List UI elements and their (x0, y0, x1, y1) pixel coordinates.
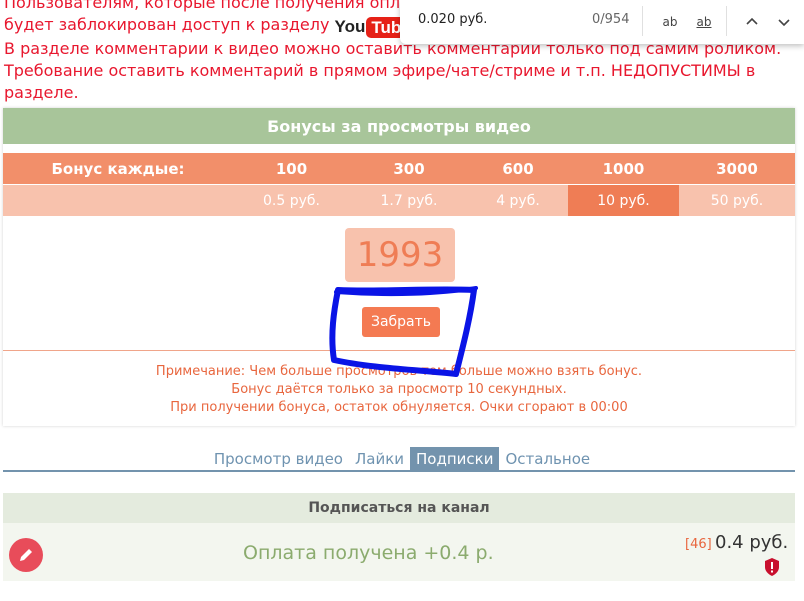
notice-line-4: Требование оставить комментарий в прямом… (4, 61, 756, 80)
bonus-note: Примечание: Чем больше просмотров тем бо… (155, 364, 643, 379)
find-separator (726, 6, 727, 36)
bonus-panel: Бонусы за просмотры видео Бонус каждые: … (3, 108, 795, 426)
bonus-threshold: 300 (393, 159, 425, 178)
previous-match-button[interactable] (740, 10, 764, 34)
bonus-reward-row: 0.5 руб. 1.7 руб. 4 руб. 10 руб. 50 руб. (3, 185, 795, 216)
claim-bonus-button[interactable]: Забрать (362, 307, 440, 337)
bonus-threshold: 600 (502, 159, 534, 178)
tab-video-views[interactable]: Просмотр видео (208, 447, 349, 471)
tabs-underline (3, 470, 795, 472)
match-case-button[interactable]: ab (658, 10, 682, 34)
bonus-threshold: 100 (275, 159, 308, 178)
bonus-row-label: Бонус каждые: (51, 159, 185, 178)
bonus-reward: 1.7 руб. (380, 192, 438, 209)
tab-likes[interactable]: Лайки (349, 447, 410, 471)
subscribe-panel: Подписаться на канал Оплата получена +0.… (3, 493, 795, 581)
bonus-reward: 50 руб. (710, 192, 764, 209)
bonus-reward: 4 руб. (496, 192, 540, 209)
edit-button[interactable] (9, 538, 43, 572)
tab-subscriptions[interactable]: Подписки (410, 447, 500, 471)
task-count: [46] (685, 537, 712, 552)
bonus-threshold: 3000 (716, 159, 758, 178)
pencil-icon (20, 549, 32, 561)
find-input[interactable]: 0.020 руб. (418, 12, 487, 27)
payment-status: Оплата получена +0.4 р. (243, 542, 494, 564)
bonus-reward-spacer (3, 185, 233, 216)
find-separator (642, 6, 643, 36)
chevron-down-icon (778, 19, 790, 27)
whole-word-button[interactable]: ab (692, 10, 716, 34)
bonus-threshold-row: Бонус каждые: 100 300 600 1000 3000 (3, 153, 795, 184)
panel-divider (3, 350, 795, 351)
section-tabs: Просмотр видео Лайки Подписки Остальное (0, 446, 804, 472)
bonus-note: Бонус даётся только за просмотр 10 секун… (231, 382, 567, 397)
chevron-up-icon (746, 17, 758, 25)
notice-line-5: разделе. (4, 83, 79, 102)
bonus-threshold: 1000 (602, 159, 645, 178)
bonus-note: При получении бонуса, остаток обнуляется… (170, 400, 628, 415)
bonus-reward-current: 10 руб. (568, 185, 679, 216)
tab-other[interactable]: Остальное (499, 447, 596, 471)
find-bar: 0.020 руб. 0/954 ab ab (400, 0, 804, 44)
bonus-reward: 0.5 руб. (263, 192, 320, 209)
next-match-button[interactable] (772, 10, 796, 34)
shield-alert-icon (765, 558, 779, 576)
bonus-panel-title: Бонусы за просмотры видео (3, 108, 795, 144)
task-price: 0.4 руб. (715, 532, 789, 553)
find-match-count: 0/954 (592, 12, 630, 27)
view-counter: 1993 (345, 228, 455, 282)
report-button[interactable] (763, 557, 781, 581)
subscribe-title: Подписаться на канал (3, 493, 795, 523)
